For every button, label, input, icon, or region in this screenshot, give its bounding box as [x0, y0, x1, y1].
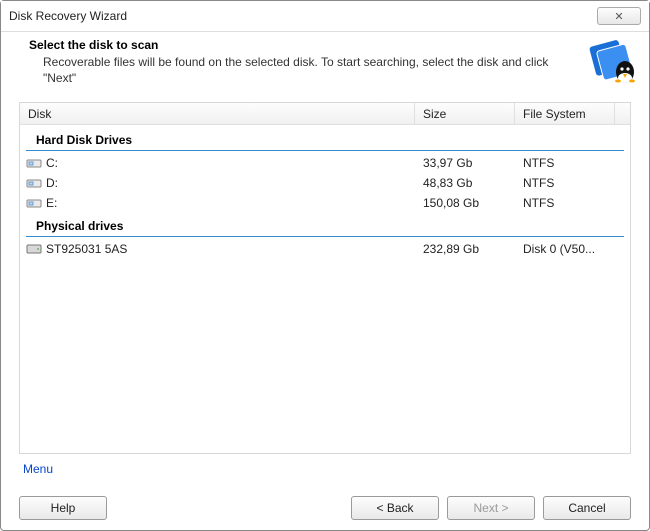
- column-header-filesystem[interactable]: File System: [515, 103, 615, 124]
- column-headers: Disk Size File System: [20, 103, 630, 125]
- help-button[interactable]: Help: [19, 496, 107, 520]
- wizard-hero-icon: [587, 36, 635, 84]
- page-subtext: Recoverable files will be found on the s…: [29, 54, 625, 86]
- wizard-header: Select the disk to scan Recoverable file…: [1, 31, 649, 96]
- list-item[interactable]: D: 48,83 Gb NTFS: [20, 173, 630, 193]
- disk-size: 150,08 Gb: [415, 196, 515, 210]
- list-item[interactable]: ST925031 5AS 232,89 Gb Disk 0 (V50...: [20, 239, 630, 259]
- column-header-size[interactable]: Size: [415, 103, 515, 124]
- titlebar: Disk Recovery Wizard ✕: [1, 1, 649, 31]
- disk-list-panel: Disk Size File System Hard Disk Drives C…: [19, 102, 631, 454]
- group-physical-drives: Physical drives: [26, 215, 624, 237]
- disk-name: C:: [46, 156, 58, 170]
- footer-buttons: Help < Back Next > Cancel: [19, 496, 631, 520]
- group-hard-disk-drives: Hard Disk Drives: [26, 129, 624, 151]
- disk-filesystem: NTFS: [515, 196, 615, 210]
- volume-icon: [26, 177, 42, 189]
- back-button[interactable]: < Back: [351, 496, 439, 520]
- disk-filesystem: Disk 0 (V50...: [515, 242, 615, 256]
- disk-filesystem: NTFS: [515, 156, 615, 170]
- disk-name: E:: [46, 196, 57, 210]
- menu-link[interactable]: Menu: [23, 462, 53, 476]
- disk-list-body: Hard Disk Drives C: 33,97 Gb NTFS D: 48,…: [20, 125, 630, 453]
- disk-name: ST925031 5AS: [46, 242, 127, 256]
- disk-size: 33,97 Gb: [415, 156, 515, 170]
- disk-name: D:: [46, 176, 58, 190]
- disk-size: 48,83 Gb: [415, 176, 515, 190]
- list-item[interactable]: C: 33,97 Gb NTFS: [20, 153, 630, 173]
- disk-size: 232,89 Gb: [415, 242, 515, 256]
- close-button[interactable]: ✕: [597, 7, 641, 25]
- volume-icon: [26, 157, 42, 169]
- cancel-button[interactable]: Cancel: [543, 496, 631, 520]
- physical-drive-icon: [26, 243, 42, 255]
- disk-filesystem: NTFS: [515, 176, 615, 190]
- column-header-disk[interactable]: Disk: [20, 103, 415, 124]
- window-title: Disk Recovery Wizard: [9, 9, 127, 23]
- close-icon: ✕: [614, 10, 623, 23]
- column-header-spacer: [615, 103, 630, 124]
- page-title: Select the disk to scan: [29, 38, 625, 52]
- list-item[interactable]: E: 150,08 Gb NTFS: [20, 193, 630, 213]
- volume-icon: [26, 197, 42, 209]
- next-button[interactable]: Next >: [447, 496, 535, 520]
